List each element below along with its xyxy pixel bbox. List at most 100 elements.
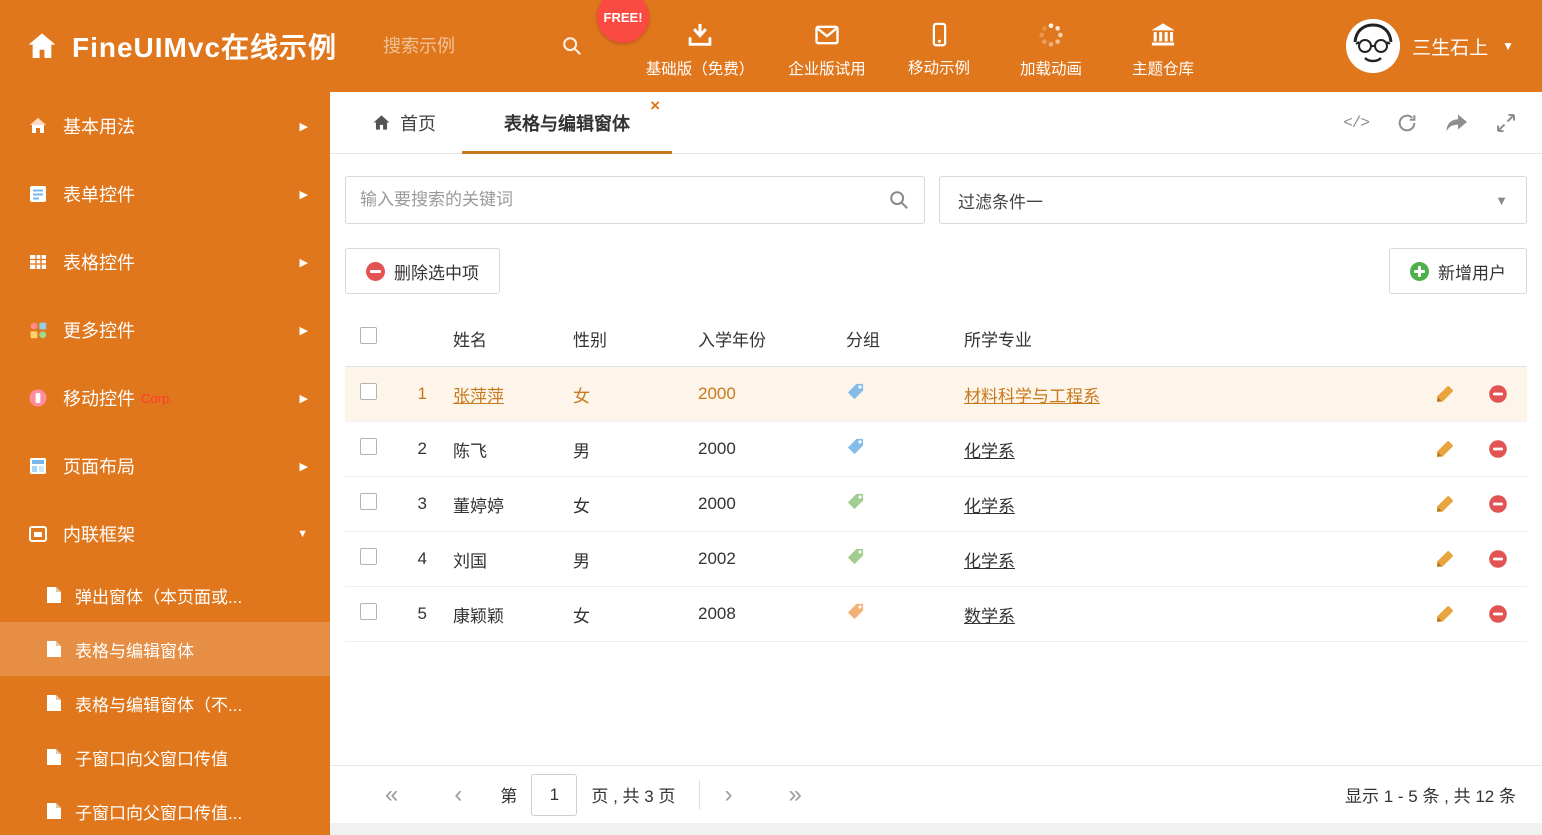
nav-basic-free[interactable]: FREE! 基础版（免费）	[597, 0, 771, 79]
row-number: 2	[417, 439, 427, 458]
delete-row-icon[interactable]	[1488, 439, 1508, 459]
page-number-input[interactable]	[531, 773, 578, 816]
plus-circle-icon	[1410, 261, 1429, 281]
column-header-group[interactable]: 分组	[832, 326, 950, 351]
table-row[interactable]: 3 董婷婷 女 2000 化学系	[345, 477, 1527, 532]
sidebar-subitem-grid-edit-window[interactable]: 表格与编辑窗体	[0, 622, 330, 676]
nav-mobile-demo[interactable]: 移动示例	[883, 13, 995, 78]
header-search-input[interactable]	[383, 35, 552, 57]
enroll-year: 2008	[698, 604, 736, 623]
sidebar-item-basic-usage[interactable]: 基本用法 ▶	[0, 92, 330, 160]
table-row[interactable]: 1 张萍萍 女 2000 材料科学与工程系	[345, 367, 1527, 422]
keyword-search-input[interactable]	[360, 190, 888, 210]
row-number: 1	[417, 384, 427, 403]
table-header-row: 姓名 性别 入学年份 分组 所学专业	[345, 310, 1527, 367]
tab-grid-edit-window[interactable]: 表格与编辑窗体 ×	[462, 92, 672, 154]
nav-enterprise-trial[interactable]: 企业版试用	[771, 13, 883, 79]
file-icon	[46, 694, 62, 712]
row-checkbox[interactable]	[360, 603, 377, 620]
app-header: FineUIMvc在线示例 FREE! 基础版（免费） 企业版试用 移动示例	[0, 0, 1542, 92]
tag-icon	[846, 602, 865, 621]
divider	[699, 779, 701, 810]
nav-label: 加载动画	[1020, 61, 1083, 78]
record-summary: 显示 1 - 5 条 , 共 12 条	[1345, 787, 1516, 806]
edit-icon[interactable]	[1435, 384, 1455, 404]
nav-label: 企业版试用	[788, 61, 866, 78]
row-number: 3	[417, 494, 427, 513]
file-icon	[46, 640, 62, 658]
filter-dropdown[interactable]: 过滤条件一 ▼	[939, 176, 1527, 224]
close-icon[interactable]: ×	[650, 97, 660, 114]
search-icon[interactable]	[561, 35, 583, 57]
refresh-icon[interactable]	[1396, 112, 1418, 134]
prev-page-button[interactable]: ‹	[454, 782, 462, 807]
sidebar-item-iframe[interactable]: 内联框架 ▼	[0, 500, 330, 568]
free-badge: FREE!	[597, 0, 650, 43]
table-row[interactable]: 2 陈飞 男 2000 化学系	[345, 422, 1527, 477]
column-header-name[interactable]: 姓名	[439, 326, 559, 351]
column-header-gender[interactable]: 性别	[559, 326, 684, 351]
tab-strip: 首页 表格与编辑窗体 × </>	[330, 92, 1542, 154]
delete-row-icon[interactable]	[1488, 384, 1508, 404]
major-link[interactable]: 化学系	[964, 442, 1015, 461]
delete-row-icon[interactable]	[1488, 494, 1508, 514]
mobile-controls-icon	[28, 388, 48, 408]
sidebar-subitem[interactable]: 子窗口向父窗口传值...	[0, 784, 330, 835]
sidebar-item-mobile-controls[interactable]: 移动控件 Corp. ▶	[0, 364, 330, 432]
edit-icon[interactable]	[1435, 549, 1455, 569]
edit-icon[interactable]	[1435, 494, 1455, 514]
chevron-right-icon: ▶	[299, 120, 308, 133]
sidebar-subitem[interactable]: 弹出窗体（本页面或...	[0, 568, 330, 622]
nav-theme-repo[interactable]: 主题仓库	[1107, 13, 1219, 79]
sidebar-item-page-layout[interactable]: 页面布局 ▶	[0, 432, 330, 500]
major-link[interactable]: 化学系	[964, 497, 1015, 516]
tab-home[interactable]: 首页	[346, 92, 462, 153]
delete-row-icon[interactable]	[1488, 549, 1508, 569]
last-page-button[interactable]: »	[788, 782, 801, 807]
table-row[interactable]: 5 康颖颖 女 2008 数学系	[345, 587, 1527, 642]
file-icon	[46, 748, 62, 766]
user-menu[interactable]: 三生石上 ▼	[1346, 19, 1514, 73]
chevron-right-icon: ▶	[299, 256, 308, 269]
username: 三生石上	[1412, 37, 1489, 59]
search-icon[interactable]	[888, 189, 910, 211]
expand-icon[interactable]	[1496, 113, 1516, 133]
home-icon	[28, 116, 48, 136]
keyword-search-box	[345, 176, 925, 224]
add-user-button[interactable]: 新增用户	[1389, 248, 1527, 294]
filter-dropdown-value: 过滤条件一	[958, 192, 1043, 212]
column-header-major[interactable]: 所学专业	[950, 326, 1421, 351]
edit-icon[interactable]	[1435, 604, 1455, 624]
sidebar-item-form-controls[interactable]: 表单控件 ▶	[0, 160, 330, 228]
code-icon[interactable]: </>	[1343, 114, 1370, 132]
delete-selected-button[interactable]: 删除选中项	[345, 248, 500, 294]
sidebar-subitem[interactable]: 子窗口向父窗口传值	[0, 730, 330, 784]
sidebar: 基本用法 ▶ 表单控件 ▶ 表格控件 ▶ 更多控件 ▶ 移动控件 Corp. ▶	[0, 92, 330, 835]
column-header-year[interactable]: 入学年份	[684, 326, 832, 351]
app-logo-home-icon[interactable]	[26, 30, 58, 62]
major-link[interactable]: 化学系	[964, 552, 1015, 571]
row-checkbox[interactable]	[360, 493, 377, 510]
table-row[interactable]: 4 刘国 男 2002 化学系	[345, 532, 1527, 587]
minus-circle-icon	[366, 261, 385, 281]
sidebar-item-grid-controls[interactable]: 表格控件 ▶	[0, 228, 330, 296]
select-all-checkbox[interactable]	[360, 327, 377, 344]
next-page-button[interactable]: ›	[724, 782, 732, 807]
edit-icon[interactable]	[1435, 439, 1455, 459]
chevron-right-icon: ▶	[299, 392, 308, 405]
iframe-icon	[28, 524, 48, 544]
sidebar-item-more-controls[interactable]: 更多控件 ▶	[0, 296, 330, 364]
row-checkbox[interactable]	[360, 548, 377, 565]
sidebar-subitem[interactable]: 表格与编辑窗体（不...	[0, 676, 330, 730]
delete-row-icon[interactable]	[1488, 604, 1508, 624]
tab-utilities: </>	[1343, 92, 1542, 153]
major-link[interactable]: 数学系	[964, 607, 1015, 626]
first-page-button[interactable]: «	[385, 782, 398, 807]
major-link[interactable]: 材料科学与工程系	[964, 387, 1100, 406]
envelope-icon	[813, 21, 841, 49]
nav-loading-animations[interactable]: 加载动画	[995, 13, 1107, 79]
row-checkbox[interactable]	[360, 438, 377, 455]
row-checkbox[interactable]	[360, 383, 377, 400]
student-gender: 女	[573, 606, 590, 626]
forward-icon[interactable]	[1445, 113, 1469, 133]
